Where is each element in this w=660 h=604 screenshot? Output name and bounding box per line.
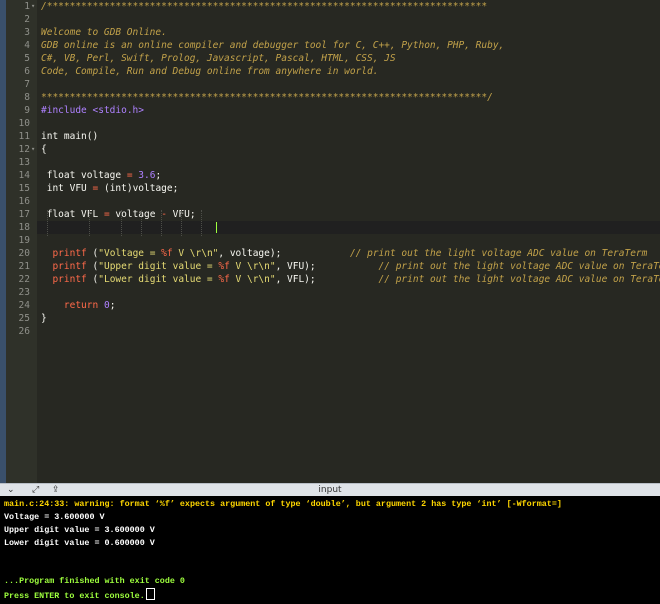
line-number: 20 [18, 248, 30, 259]
console-line: Upper digit value = 3.600000 V [4, 524, 155, 535]
code-line: ****************************************… [41, 92, 493, 103]
indent-guide [181, 210, 182, 236]
fold-arrow-icon[interactable]: ▾ [31, 143, 35, 156]
line-number: 18 [18, 222, 30, 233]
console-line: Press ENTER to exit console. [4, 588, 155, 603]
line-number: 25 [18, 313, 30, 324]
indent-guide [89, 210, 90, 236]
console-cursor [145, 588, 155, 601]
indent-guide [141, 210, 142, 236]
line-number: 6 [24, 66, 30, 77]
code-line: #include <stdio.h> [41, 105, 144, 116]
line-number: 21 [18, 261, 30, 272]
code-line: Welcome to GDB Online. [41, 27, 167, 38]
console-line: main.c:24:33: warning: format ‘%f’ expec… [4, 499, 562, 509]
code-line: printf ("Lower digit value = %f V \r\n",… [52, 274, 660, 285]
line-number: 2 [24, 14, 30, 25]
console-line: Voltage = 3.600000 V [4, 511, 105, 522]
line-number: 8 [24, 92, 30, 103]
code-line: printf ("Upper digit value = %f V \r\n",… [52, 261, 660, 272]
code-line: float VFL = voltage - VFU; [46, 209, 196, 220]
line-number: 15 [18, 183, 30, 194]
indent-guide [121, 210, 122, 236]
code-line: return 0; [63, 300, 116, 311]
text-caret [216, 222, 217, 233]
line-number: 11 [18, 131, 30, 142]
code-line: Code, Compile, Run and Debug online from… [41, 66, 379, 77]
line-number: 3 [24, 27, 30, 38]
code-line: float voltage = 3.6; [46, 170, 162, 181]
console-output[interactable]: main.c:24:33: warning: format ‘%f’ expec… [0, 496, 660, 604]
code-line: int VFU = (int)voltage; [46, 183, 179, 194]
code-line: int main() [41, 131, 99, 142]
code-line: printf ("Voltage = %f V \r\n", voltage);… [52, 248, 648, 259]
line-number: 10 [18, 118, 30, 129]
code-line: C#, VB, Perl, Swift, Prolog, Javascript,… [41, 53, 396, 64]
line-number: 19 [18, 235, 30, 246]
indent-guide [47, 210, 48, 236]
line-number: 22 [18, 274, 30, 285]
fold-arrow-icon[interactable]: ▾ [31, 0, 35, 13]
indent-guide [161, 210, 162, 236]
console-panel-header: ⌄ ⤢ ⇪ input [0, 483, 660, 496]
line-number: 23 [18, 287, 30, 298]
line-number: 24 [18, 300, 30, 311]
line-number: 17 [18, 209, 30, 220]
line-number: 14 [18, 170, 30, 181]
line-number: 4 [24, 40, 30, 51]
line-number: 26 [18, 326, 30, 337]
console-line: ...Program finished with exit code 0 [4, 576, 185, 587]
code-line: { [41, 144, 47, 155]
active-line-highlight [37, 221, 660, 234]
line-number: 16 [18, 196, 30, 207]
ide-window: 1 ▾ 2 3 4 5 6 7 8 9 10 11 12 ▾ 13 14 15 16 17 18 19 20 21 22 23 2… [0, 0, 660, 604]
line-number: 7 [24, 79, 30, 90]
line-number: 13 [18, 157, 30, 168]
line-number: 1 [24, 1, 30, 12]
code-line: /***************************************… [41, 1, 488, 12]
code-line: GDB online is an online compiler and deb… [41, 40, 505, 51]
console-panel-title: input [318, 485, 342, 495]
line-number: 5 [24, 53, 30, 64]
line-number: 12 [18, 144, 30, 155]
line-number: 9 [24, 105, 30, 116]
console-line: Lower digit value = 0.600000 V [4, 537, 155, 548]
code-editor[interactable]: /***************************************… [37, 0, 660, 483]
code-line: } [41, 313, 47, 324]
line-number-gutter: 1 ▾ 2 3 4 5 6 7 8 9 10 11 12 ▾ 13 14 15 16 17 18 19 20 21 22 23 2… [6, 0, 37, 483]
indent-guide [201, 210, 202, 236]
